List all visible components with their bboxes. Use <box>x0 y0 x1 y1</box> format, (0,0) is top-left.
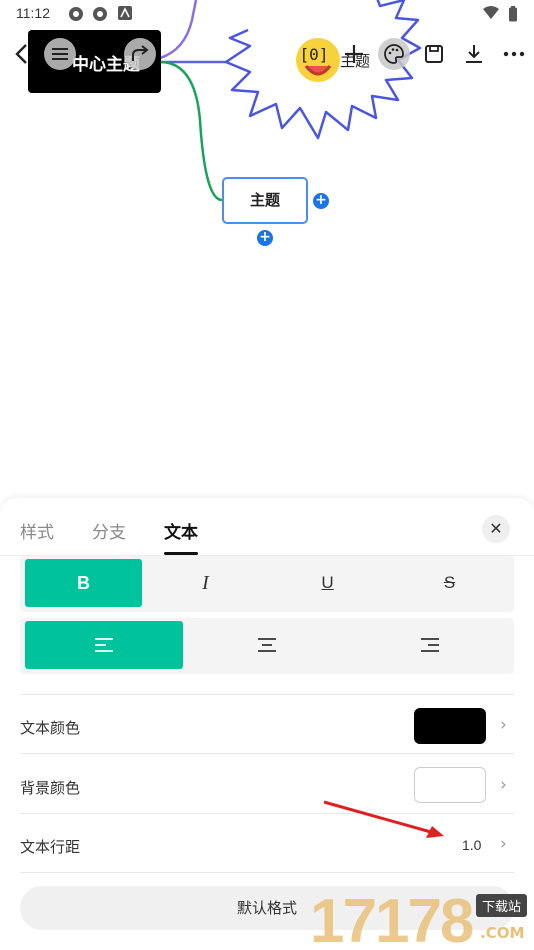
align-left-button[interactable] <box>25 621 183 669</box>
text-style-sheet: 样式 分支 文本 ✕ B I U S 文本颜色 › 背景颜色 › 文本行距 1.… <box>0 498 534 950</box>
underline-icon: U <box>321 573 334 592</box>
outline-button[interactable] <box>44 38 76 70</box>
align-center-icon <box>258 638 276 652</box>
palette-icon <box>384 44 404 64</box>
add-sibling-icon[interactable]: + <box>313 193 329 209</box>
divider <box>20 753 514 754</box>
style-button[interactable] <box>378 38 410 70</box>
divider <box>20 694 514 695</box>
back-button[interactable] <box>6 38 38 70</box>
more-icon <box>503 51 525 57</box>
line-spacing-value: 1.0 <box>462 837 482 853</box>
strikethrough-button[interactable]: S <box>391 559 508 607</box>
divider <box>20 872 514 873</box>
underline-button[interactable]: U <box>269 559 386 607</box>
watermark-number: 17178 <box>310 887 474 950</box>
formula-button[interactable]: [0] <box>298 38 330 70</box>
text-color-swatch[interactable] <box>414 708 486 744</box>
bold-icon: B <box>77 572 90 593</box>
chevron-right-icon: › <box>500 775 507 795</box>
add-child-icon[interactable]: + <box>257 230 273 246</box>
list-icon <box>52 48 68 60</box>
redo-button[interactable] <box>124 38 156 70</box>
strikethrough-icon: S <box>443 573 456 592</box>
tab-branch[interactable]: 分支 <box>92 518 126 543</box>
format-toggle-group: B I U S <box>20 556 514 612</box>
tab-text[interactable]: 文本 <box>164 518 198 543</box>
tab-style[interactable]: 样式 <box>20 518 54 543</box>
watermark-com: .COM <box>480 924 525 942</box>
formula-icon: [0] <box>299 44 329 64</box>
save-icon <box>425 45 443 63</box>
annotation-arrow <box>323 800 444 838</box>
chevron-right-icon: › <box>500 834 507 854</box>
line-spacing-label: 文本行距 <box>20 838 81 856</box>
align-right-button[interactable] <box>351 621 509 669</box>
italic-button[interactable]: I <box>147 559 264 607</box>
align-toggle-group <box>20 618 514 674</box>
align-right-icon <box>421 638 439 652</box>
align-center-button[interactable] <box>188 621 346 669</box>
redo-icon <box>132 45 149 61</box>
child-topic-node[interactable]: 主题 <box>222 177 308 224</box>
save-button[interactable] <box>418 38 450 70</box>
plus-icon <box>345 45 363 63</box>
bg-color-label: 背景颜色 <box>20 779 81 797</box>
align-left-icon <box>95 638 113 652</box>
download-button[interactable] <box>458 38 490 70</box>
text-color-label: 文本颜色 <box>20 719 81 737</box>
watermark: 17178 下载站 .COM <box>310 886 534 950</box>
mindmap-canvas[interactable]: 中心主题 主题 主题 + + <box>0 0 534 500</box>
chevron-left-icon <box>15 44 27 64</box>
watermark-sub: 下载站 <box>476 894 528 917</box>
download-icon <box>466 45 482 63</box>
chevron-right-icon: › <box>500 715 507 735</box>
more-button[interactable] <box>498 38 530 70</box>
bold-button[interactable]: B <box>25 559 142 607</box>
sheet-tabs: 样式 分支 文本 ✕ <box>0 498 534 556</box>
italic-icon: I <box>202 571 209 594</box>
close-button[interactable]: ✕ <box>482 515 510 543</box>
add-button[interactable] <box>338 38 370 70</box>
active-tab-indicator <box>164 552 198 555</box>
